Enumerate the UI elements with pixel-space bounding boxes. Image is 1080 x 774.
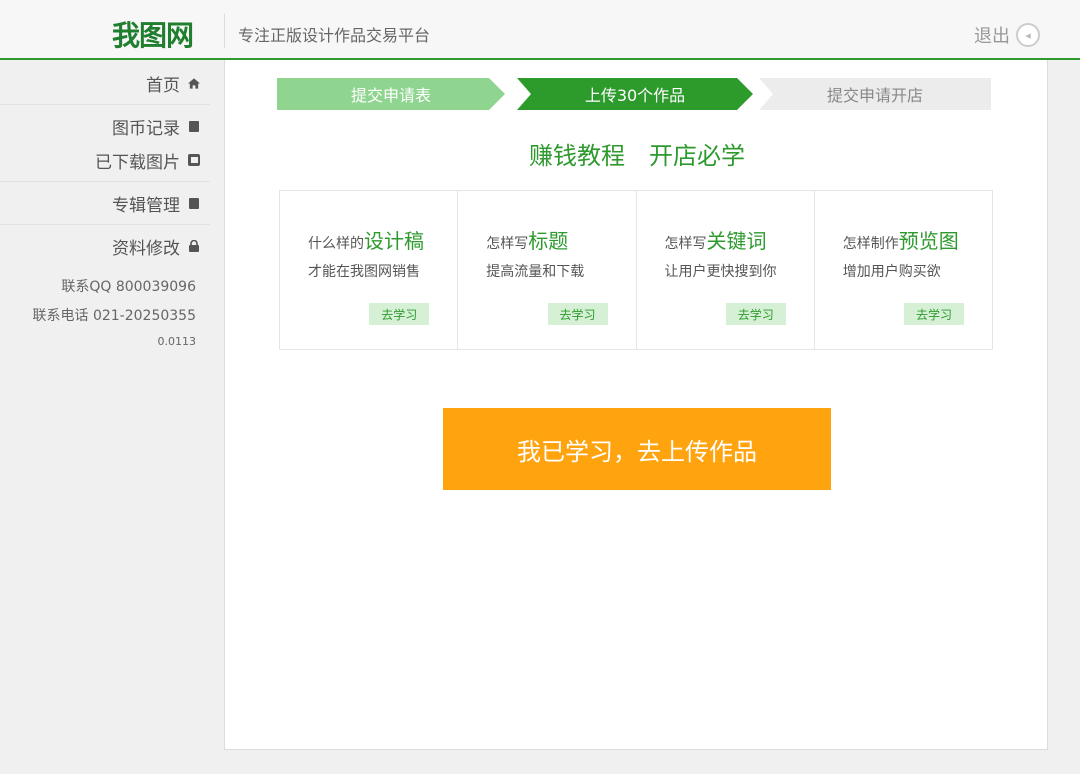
sidebar-group-home: 首页 — [0, 62, 210, 105]
headline-part1: 赚钱教程 — [529, 142, 625, 170]
main-panel: 提交申请表 上传30个作品 提交申请开店 赚钱教程 开店必学 什么样的设计稿 才能… — [224, 60, 1048, 750]
site-slogan: 专注正版设计作品交易平台 — [238, 26, 431, 45]
logout-label: 退出 — [974, 26, 1010, 47]
sidebar-item-home[interactable]: 首页 — [0, 66, 210, 100]
contact-phone: 联系电话 021-20250355 — [32, 308, 196, 324]
step-open-shop: 提交申请开店 — [759, 78, 991, 110]
tutorial-card-title: 怎样写标题 提高流量和下载 去学习 — [458, 191, 637, 349]
logout-arrow-icon: ◂ — [1016, 23, 1040, 47]
sidebar-item-profile[interactable]: 资料修改 — [0, 229, 210, 263]
learn-button[interactable]: 去学习 — [369, 303, 430, 325]
card-title-keyword: 标题 — [528, 229, 569, 253]
progress-steps: 提交申请表 上传30个作品 提交申请开店 — [277, 78, 991, 110]
card-subtitle: 提高流量和下载 — [486, 264, 585, 280]
card-title-prefix: 怎样写 — [664, 236, 707, 252]
home-icon — [188, 77, 200, 89]
tutorial-card-preview: 怎样制作预览图 增加用户购买欲 去学习 — [815, 191, 992, 349]
card-title-prefix: 怎样写 — [486, 236, 529, 252]
card-title-prefix: 怎样制作 — [842, 236, 899, 252]
tutorial-card-design: 什么样的设计稿 才能在我图网销售 去学习 — [280, 191, 459, 349]
card-subtitle: 让用户更快搜到你 — [664, 264, 777, 280]
top-header: 我图网 专注正版设计作品交易平台 退出 ◂ — [0, 0, 1080, 60]
contact-qq: 联系QQ 800039096 — [61, 279, 196, 295]
header-divider — [224, 14, 225, 48]
card-subtitle: 增加用户购买欲 — [842, 264, 941, 280]
tutorial-headline: 赚钱教程 开店必学 — [225, 136, 1049, 171]
headline-part2: 开店必学 — [649, 142, 745, 170]
sidebar-item-label: 已下载图片 — [95, 152, 180, 173]
upload-works-button[interactable]: 我已学习，去上传作品 — [443, 408, 831, 490]
sidebar-item-label: 首页 — [146, 75, 180, 96]
card-title-keyword: 关键词 — [706, 229, 767, 253]
learn-button[interactable]: 去学习 — [904, 303, 964, 325]
learn-button[interactable]: 去学习 — [725, 303, 786, 325]
tutorial-card-keywords: 怎样写关键词 让用户更快搜到你 去学习 — [637, 191, 815, 349]
sidebar-item-label: 图币记录 — [112, 118, 180, 139]
sidebar-item-label: 专辑管理 — [112, 195, 180, 216]
sidebar-item-downloaded[interactable]: 已下载图片 — [0, 143, 210, 177]
tutorial-cards: 什么样的设计稿 才能在我图网销售 去学习 怎样写标题 提高流量和下载 去学习 怎… — [279, 190, 993, 350]
sidebar-group-album: 专辑管理 — [0, 182, 210, 225]
card-title: 怎样制作预览图 — [843, 225, 959, 254]
sidebar-item-label: 资料修改 — [112, 238, 180, 259]
sidebar-group-profile: 资料修改 — [0, 225, 210, 267]
card-title: 怎样写关键词 — [665, 225, 767, 254]
card-title-keyword: 设计稿 — [364, 229, 424, 253]
contact-info: 联系QQ 800039096 联系电话 021-20250355 0.0113 — [0, 273, 210, 353]
card-title: 什么样的设计稿 — [308, 225, 424, 254]
card-title-keyword: 预览图 — [898, 229, 959, 253]
site-logo[interactable]: 我图网 — [112, 14, 194, 54]
sidebar-nav: 首页 图币记录 已下载图片 专辑管理 资料修改 联系QQ 800039096 联… — [0, 62, 210, 353]
step-upload-works: 上传30个作品 — [517, 78, 753, 110]
step-submit-application: 提交申请表 — [277, 78, 505, 110]
sidebar-item-coin-record[interactable]: 图币记录 — [0, 109, 210, 143]
sidebar-group-records: 图币记录 已下载图片 — [0, 105, 210, 182]
album-icon — [188, 197, 200, 209]
lock-icon — [188, 240, 200, 252]
version-number: 0.0113 — [157, 335, 197, 348]
card-title: 怎样写标题 — [486, 225, 568, 254]
coin-record-icon — [188, 120, 200, 132]
sidebar-item-album[interactable]: 专辑管理 — [0, 186, 210, 220]
card-subtitle: 才能在我图网销售 — [308, 264, 420, 280]
learn-button[interactable]: 去学习 — [547, 303, 608, 325]
logout-button[interactable]: 退出 ◂ — [974, 20, 1040, 50]
download-image-icon — [188, 154, 200, 166]
card-title-prefix: 什么样的 — [308, 236, 364, 252]
